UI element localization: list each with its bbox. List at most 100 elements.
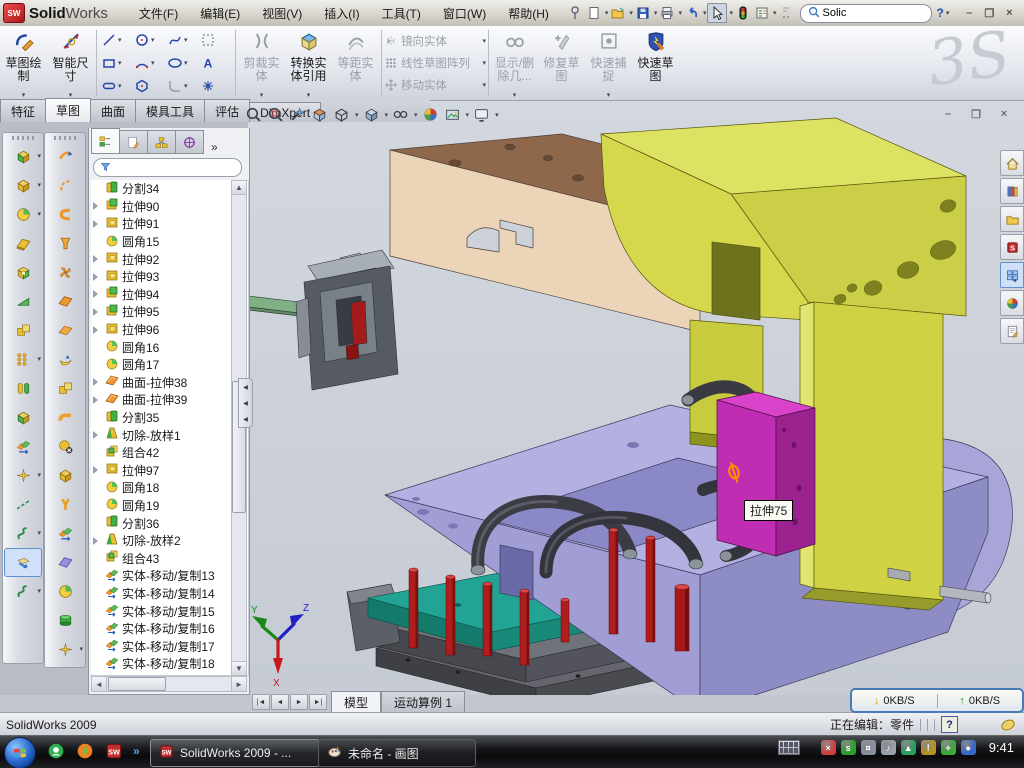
tree-item[interactable]: 拉伸93	[91, 268, 231, 286]
tree-item[interactable]: 拉伸94	[91, 286, 231, 304]
panel-tab-overflow[interactable]: »	[211, 140, 218, 154]
chevron-down-icon[interactable]: ▾	[118, 82, 122, 90]
chevron-down-icon[interactable]: ▾	[495, 111, 499, 119]
zoom-magnify-icon[interactable]	[288, 105, 307, 124]
features-bent-sheet-icon[interactable]	[5, 229, 41, 258]
chevron-down-icon[interactable]: ▾	[513, 91, 517, 99]
chevron-down-icon[interactable]: ▾	[37, 181, 41, 189]
features-dashed-line-icon[interactable]	[5, 490, 41, 519]
exploded-mold-assembly[interactable]: Y Z X	[248, 100, 1024, 695]
sketch-tool-select-box[interactable]	[200, 32, 231, 48]
features-ball-icon[interactable]: ▾	[5, 200, 41, 229]
cm-button-display-delete[interactable]: 显示/删除几...▾	[491, 26, 538, 100]
cm-button-smart-dimension[interactable]: 智能尺寸▾	[47, 26, 94, 100]
tree-item[interactable]: 组合42	[91, 444, 231, 462]
tree-item[interactable]: 实体-移动/复制14	[91, 585, 231, 603]
tree-item[interactable]: 实体-移动/复制16	[91, 620, 231, 638]
cm-list-linear-pattern[interactable]: 线性草图阵列▾	[384, 55, 486, 71]
task-pane-appearances[interactable]	[1000, 290, 1024, 316]
scroll-up-button[interactable]: ▲	[232, 181, 246, 195]
surfaces-orange-sheet-icon[interactable]	[47, 287, 83, 316]
surfaces-pinwheel-icon[interactable]	[47, 258, 83, 287]
tree-item[interactable]: 分割34	[91, 180, 231, 198]
tab-3[interactable]: 曲面	[90, 99, 136, 122]
tree-item[interactable]: 切除-放样2	[91, 532, 231, 550]
graphics-viewport[interactable]: Y Z X	[248, 100, 1024, 695]
scroll-thumb-horizontal[interactable]	[108, 677, 166, 691]
quick-launch-suite-orange[interactable]	[75, 741, 95, 761]
shield-plus-tray-icon[interactable]: +	[941, 740, 956, 755]
tree-item[interactable]: 圆角16	[91, 338, 231, 356]
tree-item[interactable]: 实体-移动/复制17	[91, 637, 231, 655]
chevron-down-icon[interactable]: ▾	[118, 59, 122, 67]
sketch-tool-slot[interactable]: ▾	[101, 78, 132, 94]
help-button[interactable]: ?	[936, 5, 945, 21]
features-cube-inset-icon[interactable]	[5, 258, 41, 287]
sketch-tool-spline[interactable]: ▾	[167, 32, 198, 48]
tree-item[interactable]: 切除-放样1	[91, 426, 231, 444]
chevron-down-icon[interactable]: ▾	[678, 9, 682, 17]
view-settings-icon[interactable]	[472, 105, 491, 124]
tree-item[interactable]: 圆角15	[91, 233, 231, 251]
menu-item-1[interactable]: 编辑(E)	[191, 1, 249, 26]
surfaces-elbow-icon[interactable]	[47, 403, 83, 432]
chevron-down-icon[interactable]: ▾	[37, 471, 41, 479]
quick-launch-chevron[interactable]: »	[133, 744, 140, 758]
tree-item[interactable]: 实体-移动/复制15	[91, 602, 231, 620]
features-spring-icon[interactable]: ▾	[5, 577, 41, 606]
doc-close-button[interactable]: ×	[994, 106, 1014, 122]
tree-item[interactable]: 实体-移动/复制13	[91, 567, 231, 585]
surfaces-star-point-icon[interactable]: ▾	[47, 635, 83, 664]
chevron-down-icon[interactable]: ▾	[654, 9, 658, 17]
expand-arrow-icon[interactable]	[93, 326, 98, 334]
new-doc-button[interactable]	[585, 4, 603, 22]
cm-list-move[interactable]: 移动实体▾	[384, 77, 486, 93]
tree-item[interactable]: 分割36	[91, 514, 231, 532]
chevron-down-icon[interactable]: ▾	[703, 9, 707, 17]
volume-tray-icon[interactable]: ♪	[881, 740, 896, 755]
surfaces-y-shape-icon[interactable]	[47, 490, 83, 519]
gps-green-tray-icon[interactable]: ▲	[901, 740, 916, 755]
keyboard-icon[interactable]	[778, 740, 800, 755]
sketch-tool-point[interactable]	[200, 78, 231, 94]
cm-button-trim[interactable]: 剪裁实体▾	[238, 26, 285, 100]
sketch-tool-arc[interactable]: ▾	[134, 55, 165, 71]
quick-launch-messenger-green[interactable]	[46, 741, 66, 761]
surfaces-ball-x-icon[interactable]	[47, 432, 83, 461]
chevron-down-icon[interactable]: ▾	[729, 9, 733, 17]
surfaces-banana-icon[interactable]	[47, 345, 83, 374]
expand-arrow-icon[interactable]	[93, 255, 98, 263]
surfaces-green-cylinder-icon[interactable]	[47, 606, 83, 635]
features-star-point-icon[interactable]: ▾	[5, 461, 41, 490]
chevron-down-icon[interactable]: ▾	[184, 82, 188, 90]
tree-item[interactable]: 实体-移动/复制18	[91, 655, 231, 673]
quick-tips-button[interactable]: ?	[941, 716, 958, 733]
chevron-down-icon[interactable]: ▾	[307, 91, 311, 99]
apply-scene-icon[interactable]	[443, 105, 462, 124]
doc-minimize-button[interactable]: –	[938, 106, 958, 122]
sketch-tool-line[interactable]: ▾	[101, 32, 132, 48]
chevron-down-icon[interactable]: ▾	[37, 355, 41, 363]
cm-list-mirror[interactable]: 镜向实体▾	[384, 33, 486, 49]
tree-item[interactable]: 圆角18	[91, 479, 231, 497]
chevron-down-icon[interactable]: ▾	[773, 9, 777, 17]
sketch-tool-ellipse[interactable]: ▾	[167, 55, 198, 71]
toolbar-grip[interactable]	[12, 136, 34, 140]
expand-arrow-icon[interactable]	[93, 378, 98, 386]
sketch-tool-polygon[interactable]	[134, 78, 165, 94]
expand-arrow-icon[interactable]	[93, 290, 98, 298]
chevron-down-icon[interactable]: ▾	[466, 111, 470, 119]
task-pane-solidworks-search[interactable]: S	[1000, 234, 1024, 260]
surfaces-orange-plane-icon[interactable]	[47, 316, 83, 345]
chevron-down-icon[interactable]: ▾	[151, 59, 155, 67]
chevron-down-icon[interactable]: ▾	[482, 81, 486, 89]
taskbar-button-2[interactable]: 未命名 - 画图	[318, 739, 476, 767]
tree-item[interactable]: 拉伸95	[91, 303, 231, 321]
tree-horizontal-scrollbar[interactable]: ◄ ►	[91, 676, 247, 692]
antivirus-red-tray-icon[interactable]: ×	[821, 740, 836, 755]
chevron-down-icon[interactable]: ▾	[37, 529, 41, 537]
search-box[interactable]	[800, 4, 932, 23]
tree-item[interactable]: 圆角19	[91, 497, 231, 515]
chevron-down-icon[interactable]: ▾	[151, 36, 155, 44]
tree-item[interactable]: 分割35	[91, 409, 231, 427]
